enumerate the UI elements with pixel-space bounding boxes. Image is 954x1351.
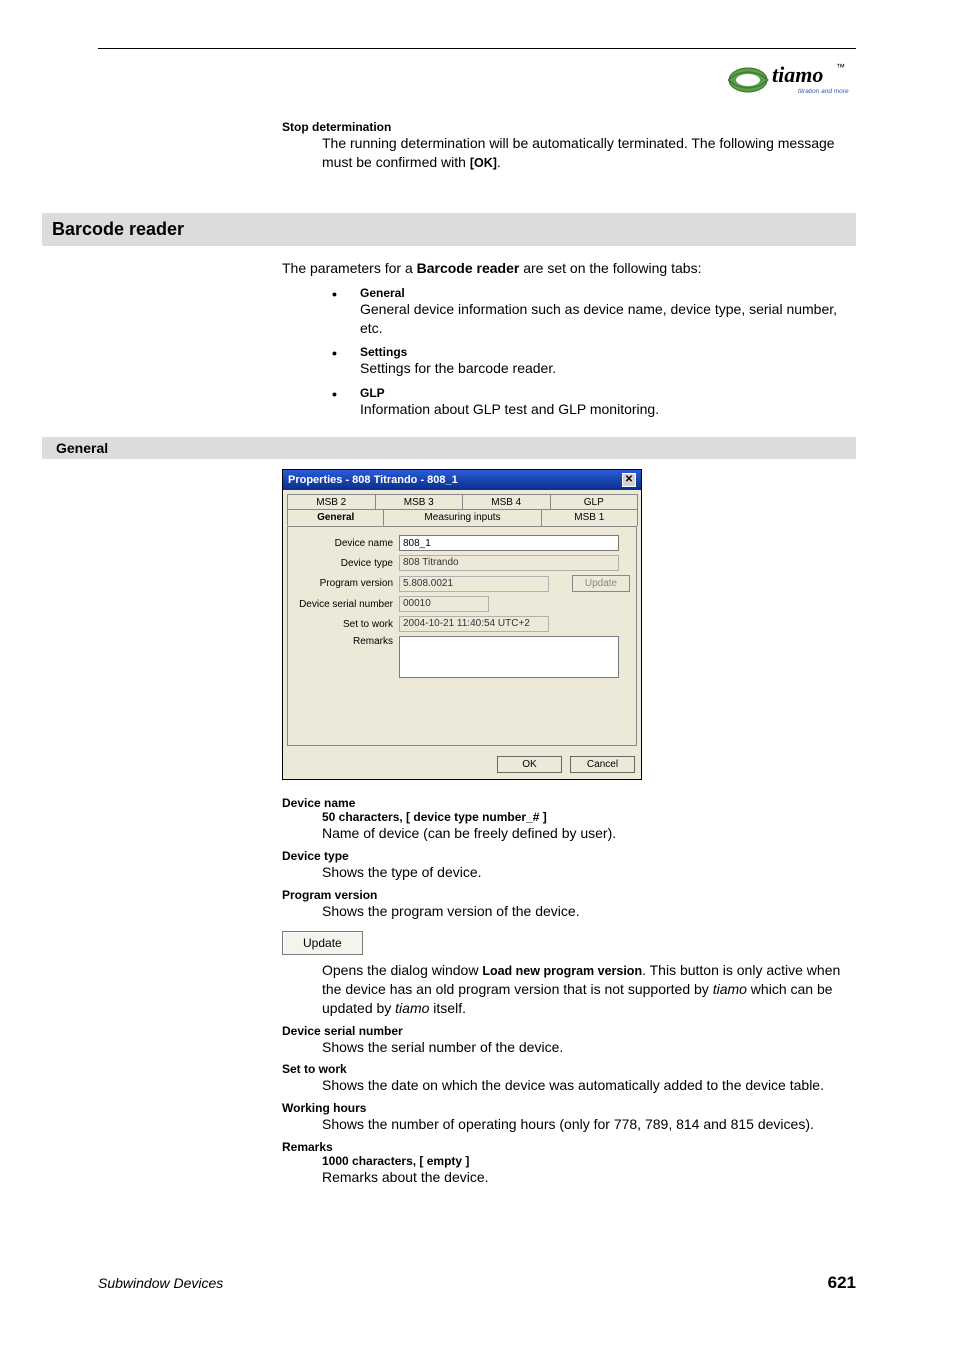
- barcode-intro: The parameters for a Barcode reader are …: [282, 260, 856, 276]
- bullet-general: General General device information such …: [332, 286, 856, 338]
- properties-dialog-screenshot: Properties - 808 Titrando - 808_1 ✕ MSB …: [282, 469, 642, 780]
- bullet-settings: Settings Settings for the barcode reader…: [332, 345, 856, 378]
- tab-general[interactable]: General: [287, 509, 384, 526]
- bullet-general-desc: General device information such as devic…: [360, 300, 856, 338]
- logo-tagline: titration and more: [798, 88, 849, 95]
- page-footer: Subwindow Devices 621: [98, 1273, 856, 1293]
- program-version-label: Program version: [294, 578, 399, 589]
- header-rule: [98, 48, 856, 49]
- device-name-field[interactable]: [399, 535, 619, 551]
- remarks-label: Remarks: [294, 636, 399, 647]
- bullet-glp-desc: Information about GLP test and GLP monit…: [360, 400, 856, 419]
- serial-label: Device serial number: [294, 599, 399, 610]
- update-button[interactable]: Update: [572, 575, 630, 592]
- barcode-bullet-list: General General device information such …: [332, 286, 856, 420]
- tab-msb3[interactable]: MSB 3: [375, 494, 464, 510]
- tab-glp[interactable]: GLP: [550, 494, 639, 510]
- def-set-to-work-desc: Shows the date on which the device was a…: [322, 1076, 856, 1095]
- update-desc-it1: tiamo: [713, 981, 747, 997]
- dialog-titlebar: Properties - 808 Titrando - 808_1 ✕: [283, 470, 641, 490]
- def-serial-desc: Shows the serial number of the device.: [322, 1038, 856, 1057]
- bullet-glp: GLP Information about GLP test and GLP m…: [332, 386, 856, 419]
- stop-body-post: .: [497, 154, 501, 170]
- set-to-work-value: 2004-10-21 11:40:54 UTC+2: [399, 616, 549, 632]
- tab-msb4[interactable]: MSB 4: [462, 494, 551, 510]
- def-serial-title: Device serial number: [282, 1024, 856, 1038]
- barcode-intro-bold: Barcode reader: [417, 260, 520, 276]
- bullet-settings-desc: Settings for the barcode reader.: [360, 359, 856, 378]
- def-device-name-title: Device name: [282, 796, 856, 810]
- update-desc-bold: Load new program version: [482, 964, 642, 978]
- device-type-label: Device type: [294, 558, 399, 569]
- tab-row-bottom: General Measuring inputs MSB 1: [287, 509, 637, 526]
- footer-section-name: Subwindow Devices: [98, 1275, 223, 1291]
- update-desc-post: itself.: [429, 1000, 466, 1016]
- ok-button[interactable]: OK: [497, 756, 562, 773]
- remarks-field[interactable]: [399, 636, 619, 678]
- cancel-button[interactable]: Cancel: [570, 756, 635, 773]
- serial-value: 00010: [399, 596, 489, 612]
- page-number: 621: [828, 1273, 856, 1293]
- def-program-version-desc: Shows the program version of the device.: [322, 902, 856, 921]
- device-name-label: Device name: [294, 538, 399, 549]
- def-update-desc: Opens the dialog window Load new program…: [322, 961, 856, 1018]
- barcode-reader-section-title: Barcode reader: [42, 213, 856, 246]
- stop-body-pre: The running determination will be automa…: [322, 135, 835, 170]
- def-remarks-title: Remarks: [282, 1140, 856, 1154]
- barcode-intro-pre: The parameters for a: [282, 260, 417, 276]
- stop-determination-heading: Stop determination: [282, 120, 856, 134]
- bullet-settings-title: Settings: [360, 345, 856, 359]
- dialog-body: Device name Device type 808 Titrando Pro…: [287, 526, 637, 746]
- definitions: Device name 50 characters, [ device type…: [282, 796, 856, 921]
- barcode-intro-post: are set on the following tabs:: [519, 260, 701, 276]
- tab-measuring-inputs[interactable]: Measuring inputs: [383, 509, 541, 526]
- update-button-image: Update: [282, 931, 363, 955]
- logo-text: tiamo: [772, 62, 823, 87]
- program-version-value: 5.808.0021: [399, 576, 549, 592]
- def-working-hours-title: Working hours: [282, 1101, 856, 1115]
- def-device-type-desc: Shows the type of device.: [322, 863, 856, 882]
- update-desc-pre: Opens the dialog window: [322, 962, 482, 978]
- def-program-version-title: Program version: [282, 888, 856, 902]
- tab-row-top: MSB 2 MSB 3 MSB 4 GLP: [287, 494, 637, 510]
- general-subsection-title: General: [42, 437, 856, 459]
- update-desc-it2: tiamo: [395, 1000, 429, 1016]
- def-device-type-title: Device type: [282, 849, 856, 863]
- device-type-value: 808 Titrando: [399, 555, 619, 571]
- logo-tm: ™: [836, 62, 845, 72]
- bullet-general-title: General: [360, 286, 856, 300]
- stop-body-ok: [OK]: [470, 156, 497, 170]
- def-set-to-work-title: Set to work: [282, 1062, 856, 1076]
- brand-logo: tiamo ™ titration and more: [728, 58, 856, 105]
- tab-msb2[interactable]: MSB 2: [287, 494, 376, 510]
- stop-determination-body: The running determination will be automa…: [322, 134, 856, 173]
- def-device-name-sub: 50 characters, [ device type number_# ]: [322, 810, 856, 824]
- def-remarks-desc: Remarks about the device.: [322, 1168, 856, 1187]
- close-icon[interactable]: ✕: [622, 473, 636, 487]
- def-remarks-sub: 1000 characters, [ empty ]: [322, 1154, 856, 1168]
- def-device-name-desc: Name of device (can be freely defined by…: [322, 824, 856, 843]
- tab-msb1[interactable]: MSB 1: [541, 509, 638, 526]
- dialog-title: Properties - 808 Titrando - 808_1: [288, 474, 458, 486]
- set-to-work-label: Set to work: [294, 619, 399, 630]
- def-working-hours-desc: Shows the number of operating hours (onl…: [322, 1115, 856, 1134]
- bullet-glp-title: GLP: [360, 386, 856, 400]
